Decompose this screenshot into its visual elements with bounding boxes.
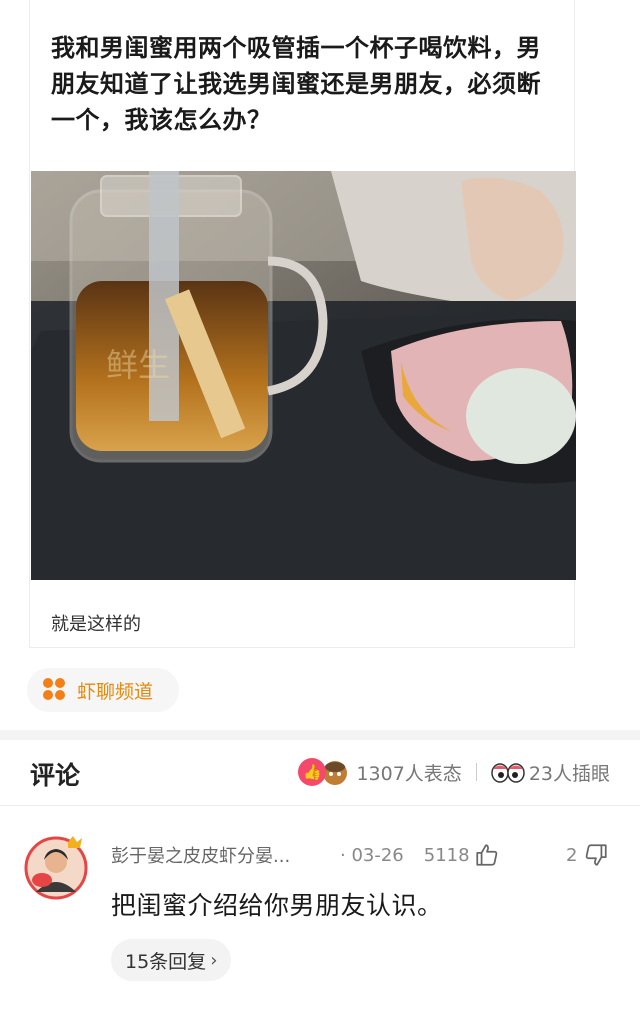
thumbs-up-icon[interactable] — [474, 842, 500, 868]
comment-username[interactable]: 彭于晏之皮皮虾分晏... — [111, 842, 341, 868]
comment-text: 把闺蜜介绍给你男朋友认识。 — [111, 891, 443, 920]
thumbs-down-icon[interactable] — [583, 842, 609, 868]
comment-likes-count: 5118 — [423, 844, 470, 866]
channel-label: 虾聊频道 — [77, 680, 154, 703]
reactions-count: 1307人表态 — [356, 762, 462, 785]
reactions-summary[interactable]: 👍 1307人表态 23人插眼 — [298, 758, 610, 786]
post-photo[interactable]: 鲜生 — [31, 171, 576, 580]
avatar[interactable] — [24, 836, 88, 900]
comment-dislikes: 2 — [566, 842, 609, 868]
comment-item: 彭于晏之皮皮虾分晏... · 03-26 5118 2 把闺蜜介绍给你男朋友认识… — [0, 806, 640, 1021]
svg-text:鲜生: 鲜生 — [106, 346, 170, 384]
channel-tag-button[interactable]: 虾聊频道 — [27, 668, 180, 712]
comment-dislikes-count: 2 — [566, 844, 578, 866]
separator — [475, 763, 477, 781]
comment-meta: · 03-26 5118 — [336, 842, 500, 868]
post-caption: 就是这样的 — [51, 614, 141, 635]
replies-label: 15条回复 — [125, 950, 207, 973]
section-divider — [0, 730, 640, 740]
photo-drink-and-dessert: 鲜生 — [31, 171, 576, 580]
comment-date: · 03-26 — [340, 844, 404, 866]
comments-title: 评论 — [30, 761, 81, 790]
view-replies-button[interactable]: 15条回复 › — [111, 939, 232, 981]
post-title: 我和男闺蜜用两个吸管插一个杯子喝饮料，男朋友知道了让我选男闺蜜还是男朋友，必须断… — [51, 34, 541, 134]
post-card: 我和男闺蜜用两个吸管插一个杯子喝饮料，男朋友知道了让我选男闺蜜还是男朋友，必须断… — [29, 0, 576, 648]
apps-icon — [43, 678, 67, 702]
chevron-right-icon: › — [210, 949, 218, 971]
views-count: 23人插眼 — [528, 762, 610, 785]
eyes-icon — [491, 763, 525, 783]
comments-header: 评论 👍 1307人表态 23人插眼 — [0, 740, 640, 806]
